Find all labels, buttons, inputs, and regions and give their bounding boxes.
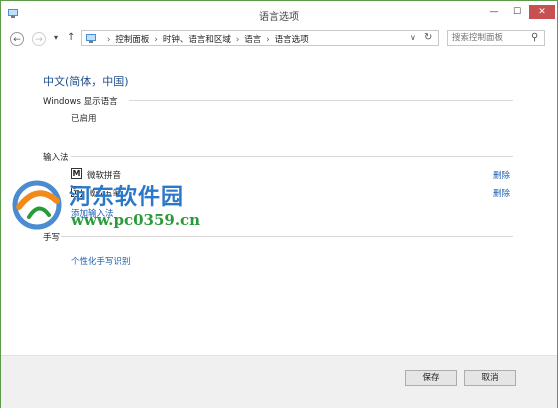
search-icon[interactable]: ⚲ (531, 32, 538, 43)
breadcrumb: › 控制面板 › 时钟、语言和区域 › 语言 › 语言选项 (102, 33, 309, 45)
breadcrumb-item-control-panel[interactable]: 控制面板 (115, 35, 149, 45)
breadcrumb-separator: › (107, 35, 111, 45)
back-button[interactable]: ← (10, 32, 24, 46)
language-title: 中文(简体，中国) (43, 75, 129, 88)
breadcrumb-separator: › (235, 35, 240, 45)
close-button[interactable]: ✕ (529, 5, 555, 19)
footer-bar: 保存 取消 (1, 355, 557, 408)
handwriting-heading: 手写 (43, 233, 61, 243)
control-panel-icon (86, 34, 96, 43)
personalize-handwriting-link[interactable]: 个性化手写识别 (71, 255, 131, 267)
maximize-button[interactable]: ☐ (506, 5, 528, 19)
breadcrumb-separator: › (154, 35, 158, 45)
section-divider (71, 156, 513, 157)
address-bar[interactable]: › 控制面板 › 时钟、语言和区域 › 语言 › 语言选项 ∨ ↻ (81, 30, 439, 46)
display-language-status: 已启用 (71, 114, 97, 124)
input-method-heading: 输入法 (43, 153, 69, 163)
address-row: ← → ▾ ↑ › 控制面板 › 时钟、语言和区域 › 语言 › 语言选项 ∨ ↻ ⚲ (1, 29, 557, 49)
section-divider (61, 236, 513, 237)
save-button[interactable]: 保存 (405, 370, 457, 386)
watermark-name: 河东软件园 (69, 184, 185, 210)
breadcrumb-item-language[interactable]: 语言 (244, 35, 261, 45)
breadcrumb-separator: › (266, 35, 270, 45)
remove-ime-link[interactable]: 删除 (493, 187, 510, 199)
address-dropdown-icon[interactable]: ∨ (410, 33, 416, 42)
breadcrumb-item-language-options[interactable]: 语言选项 (275, 35, 309, 45)
breadcrumb-item-clock-language-region[interactable]: 时钟、语言和区域 (163, 35, 231, 45)
window-frame: 语言选项 — ☐ ✕ ← → ▾ ↑ › 控制面板 › 时钟、语言和区域 › 语言 › 语言选… (0, 0, 558, 408)
watermark-logo-icon (12, 180, 62, 230)
forward-button[interactable]: → (32, 32, 46, 46)
recent-locations-button[interactable]: ▾ (54, 33, 58, 42)
remove-ime-link[interactable]: 删除 (493, 169, 510, 181)
minimize-button[interactable]: — (483, 5, 505, 19)
window-title: 语言选项 (259, 12, 299, 23)
watermark: 河东软件园 www.pc0359.cn (9, 177, 209, 231)
up-button[interactable]: ↑ (67, 32, 75, 43)
section-divider (129, 100, 513, 101)
display-language-heading: Windows 显示语言 (43, 97, 118, 107)
refresh-icon[interactable]: ↻ (424, 32, 432, 43)
cancel-button[interactable]: 取消 (464, 370, 516, 386)
watermark-url: www.pc0359.cn (71, 211, 201, 229)
title-bar: 语言选项 — ☐ ✕ (1, 1, 557, 25)
